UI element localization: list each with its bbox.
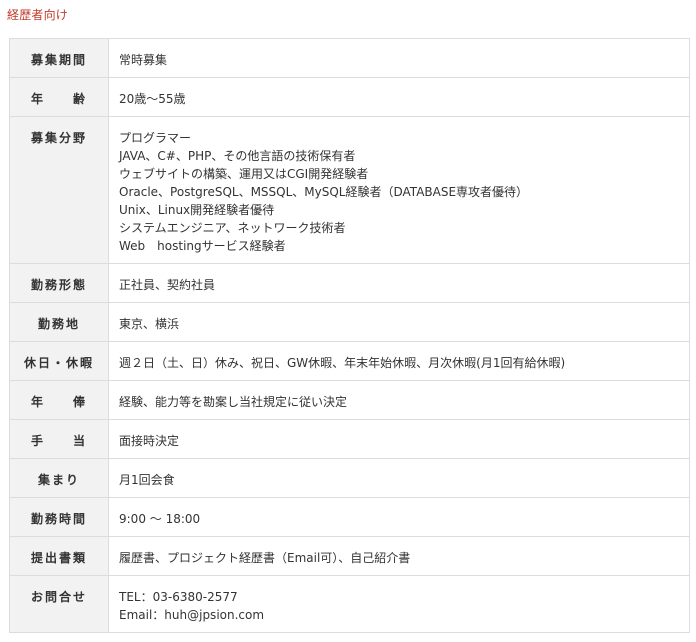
row-value-line: 履歴書、プロジェクト経歴書（Email可）、自己紹介書 xyxy=(119,551,411,565)
row-label: 休日・休暇 xyxy=(9,341,109,381)
row-label: 勤務形態 xyxy=(9,263,109,303)
row-value-line: 20歳～55歳 xyxy=(119,92,186,106)
row-label: 年 俸 xyxy=(9,380,109,420)
row-value: 9:00 ～ 18:00 xyxy=(108,497,690,537)
row-value: 経験、能力等を勘案し当社規定に従い決定 xyxy=(108,380,690,420)
row-label: 提出書類 xyxy=(9,536,109,576)
row-value-line: システムエンジニア、ネットワーク技術者 xyxy=(119,221,346,235)
row-value-line: 月1回会食 xyxy=(119,473,175,487)
table-row-work-location: 勤務地 東京、横浜 xyxy=(9,302,690,342)
row-value-line: 経験、能力等を勘案し当社規定に従い決定 xyxy=(119,395,348,409)
table-row-recruitment-field: 募集分野 プログラマー JAVA、C#、PHP、その他言語の技術保有者 ウェブサ… xyxy=(9,116,690,264)
row-value-line: Web hostingサービス経験者 xyxy=(119,239,286,253)
row-value: 月1回会食 xyxy=(108,458,690,498)
row-label: 募集期間 xyxy=(9,38,109,78)
table-row-age: 年 齢 20歳～55歳 xyxy=(9,77,690,117)
row-value-line: 週２日（土、日）休み、祝日、GW休暇、年末年始休暇、月次休暇(月1回有給休暇) xyxy=(119,356,566,370)
row-value: 東京、横浜 xyxy=(108,302,690,342)
contact-email: Email：huh@jpsion.com xyxy=(119,608,265,622)
recruitment-info-table: 募集期間 常時募集 年 齢 20歳～55歳 募集分野 プログラマー JAVA、C… xyxy=(9,38,690,633)
row-value-line: 正社員、契約社員 xyxy=(119,278,216,292)
row-value: TEL：03-6380-2577 Email：huh@jpsion.com xyxy=(108,575,690,633)
row-value-line: Unix、Linux開発経験者優待 xyxy=(119,203,275,217)
table-row-recruitment-period: 募集期間 常時募集 xyxy=(9,38,690,78)
row-label: お問合せ xyxy=(9,575,109,633)
row-label: 集まり xyxy=(9,458,109,498)
row-value: 面接時決定 xyxy=(108,419,690,459)
section-title: 経歴者向け xyxy=(7,8,69,22)
row-value-line: 9:00 ～ 18:00 xyxy=(119,512,201,526)
row-value: 常時募集 xyxy=(108,38,690,78)
table-row-annual-salary: 年 俸 経験、能力等を勘案し当社規定に従い決定 xyxy=(9,380,690,420)
row-value: 履歴書、プロジェクト経歴書（Email可）、自己紹介書 xyxy=(108,536,690,576)
row-value-line: 常時募集 xyxy=(119,53,168,67)
table-row-required-documents: 提出書類 履歴書、プロジェクト経歴書（Email可）、自己紹介書 xyxy=(9,536,690,576)
row-label: 手 当 xyxy=(9,419,109,459)
table-row-gatherings: 集まり 月1回会食 xyxy=(9,458,690,498)
row-label: 勤務地 xyxy=(9,302,109,342)
row-value-line: JAVA、C#、PHP、その他言語の技術保有者 xyxy=(119,149,356,163)
row-value: 正社員、契約社員 xyxy=(108,263,690,303)
row-value-line: 東京、横浜 xyxy=(119,317,180,331)
row-value: 20歳～55歳 xyxy=(108,77,690,117)
table-row-allowances: 手 当 面接時決定 xyxy=(9,419,690,459)
row-value-line: ウェブサイトの構築、運用又はCGI開発経験者 xyxy=(119,167,369,181)
row-value-line: 面接時決定 xyxy=(119,434,180,448)
row-value-line: プログラマー xyxy=(119,131,192,145)
table-row-holidays: 休日・休暇 週２日（土、日）休み、祝日、GW休暇、年末年始休暇、月次休暇(月1回… xyxy=(9,341,690,381)
row-value-line: Oracle、PostgreSQL、MSSQL、MySQL経験者（DATABAS… xyxy=(119,185,529,199)
contact-phone: TEL：03-6380-2577 xyxy=(119,590,238,604)
row-label: 募集分野 xyxy=(9,116,109,264)
row-label: 勤務時間 xyxy=(9,497,109,537)
row-value: プログラマー JAVA、C#、PHP、その他言語の技術保有者 ウェブサイトの構築… xyxy=(108,116,690,264)
table-row-working-hours: 勤務時間 9:00 ～ 18:00 xyxy=(9,497,690,537)
table-row-employment-type: 勤務形態 正社員、契約社員 xyxy=(9,263,690,303)
table-row-contact: お問合せ TEL：03-6380-2577 Email：huh@jpsion.c… xyxy=(9,575,690,633)
row-label: 年 齢 xyxy=(9,77,109,117)
row-value: 週２日（土、日）休み、祝日、GW休暇、年末年始休暇、月次休暇(月1回有給休暇) xyxy=(108,341,690,381)
